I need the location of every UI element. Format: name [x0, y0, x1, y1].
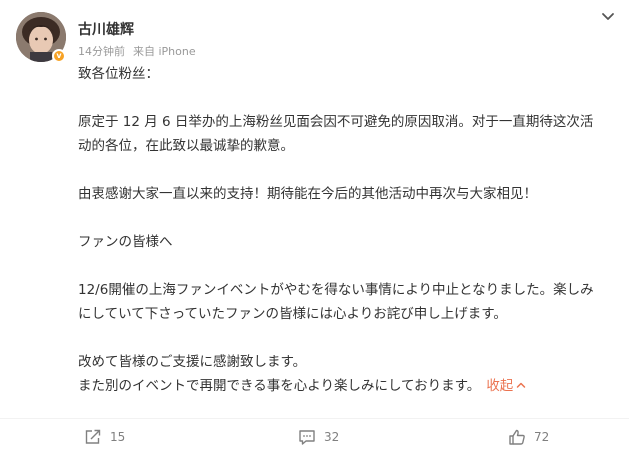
action-bar-divider — [0, 418, 629, 419]
post-paragraph: にしていて下さっていたファンの皆様には心よりお詫び申し上げます。 — [78, 306, 507, 322]
thumbs-up-icon — [509, 429, 525, 445]
share-icon — [85, 429, 101, 444]
chevron-up-icon — [517, 382, 526, 388]
post-last-line: また別のイベントで再開できる事を心より楽しみにしております。 收起 — [78, 374, 613, 398]
verified-badge-icon: v — [52, 49, 66, 63]
post-time[interactable]: 14分钟前 — [78, 45, 125, 58]
comment-icon — [299, 430, 315, 445]
post-meta: 14分钟前 来自 iPhone — [78, 43, 196, 59]
weibo-post-card: v 古川雄辉 14分钟前 来自 iPhone 致各位粉丝： 原定于 12 月 6 … — [0, 0, 629, 457]
like-count: 72 — [534, 430, 550, 444]
like-button[interactable]: 72 — [508, 426, 549, 448]
chevron-down-icon — [602, 13, 614, 20]
post-paragraph: 由衷感谢大家一直以来的支持！期待能在今后的其他活动中再次与大家相见！ — [78, 186, 537, 202]
author-name[interactable]: 古川雄辉 — [78, 19, 134, 39]
comment-button[interactable]: 32 — [298, 426, 339, 448]
post-paragraph: 改めて皆様のご支援に感謝致します。 — [78, 354, 307, 370]
post-source: 来自 iPhone — [133, 45, 196, 58]
collapse-label: 收起 — [486, 378, 514, 394]
post-menu-button[interactable] — [598, 9, 618, 23]
post-paragraph: 动的各位，在此致以最诚挚的歉意。 — [78, 138, 294, 154]
post-paragraph: ファンの皆様へ — [78, 234, 173, 250]
post-body: 致各位粉丝： 原定于 12 月 6 日举办的上海粉丝见面会因不可避免的原因取消。… — [78, 62, 613, 398]
post-paragraph: また別のイベントで再開できる事を心より楽しみにしております。 — [78, 378, 481, 394]
post-paragraph: 12/6開催の上海ファンイベントがやむを得ない事情により中止となりました。楽しみ — [78, 282, 594, 298]
post-paragraph: 致各位粉丝： — [78, 66, 159, 82]
collapse-button[interactable]: 收起 — [486, 378, 526, 394]
comment-count: 32 — [324, 430, 340, 444]
repost-button[interactable]: 15 — [84, 426, 125, 448]
post-paragraph: 原定于 12 月 6 日举办的上海粉丝见面会因不可避免的原因取消。对于一直期待这… — [78, 114, 594, 130]
repost-count: 15 — [110, 430, 126, 444]
